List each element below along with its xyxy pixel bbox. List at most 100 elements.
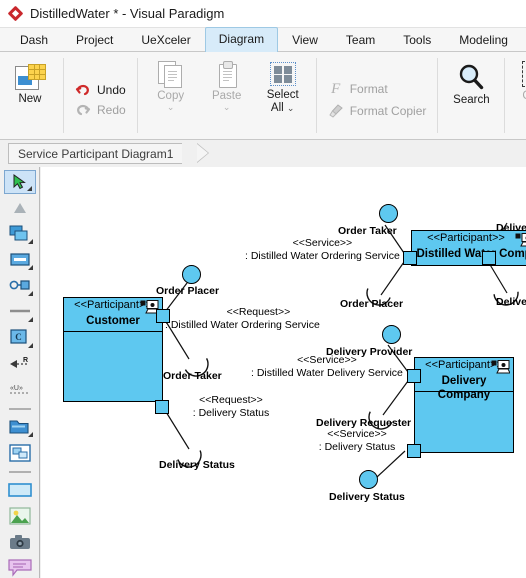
connector-label-request-ordering-line2: : Distilled Water Ordering Service bbox=[165, 318, 320, 331]
ribbon-toolbar: New Undo Redo Copy ⌄ Paste ⌄ Select All … bbox=[0, 52, 526, 140]
format-copier-label: Format Copier bbox=[349, 103, 427, 118]
port-customer-bottom[interactable] bbox=[155, 400, 169, 414]
interface-label-order-taker: Order Taker bbox=[338, 225, 397, 237]
interface-ball-order-taker[interactable] bbox=[379, 204, 398, 223]
connector-label-service-ordering-line1: <<Service>> bbox=[292, 237, 353, 249]
palette-item-note-tool[interactable] bbox=[4, 556, 36, 578]
undo-arrow-icon bbox=[75, 84, 89, 95]
interface-ball-delivery-provider[interactable] bbox=[382, 325, 401, 344]
palette-item-participant-tool[interactable] bbox=[4, 222, 36, 246]
palette-divider bbox=[8, 471, 31, 473]
tab-uexceler[interactable]: UeXceler bbox=[127, 28, 204, 52]
participant-dwc-name: Distilled Water Company bbox=[416, 248, 526, 260]
palette-item-realization-tool[interactable]: R bbox=[4, 352, 36, 376]
tab-tools[interactable]: Tools bbox=[389, 28, 445, 52]
port-delivery-company-top[interactable] bbox=[407, 369, 421, 383]
format-copier-button[interactable]: Format Copier bbox=[322, 100, 433, 122]
select-all-chevron-down-icon[interactable]: ⌄ bbox=[287, 103, 295, 113]
tab-window[interactable]: W bbox=[522, 28, 526, 52]
select-all-label-line1: Select bbox=[266, 89, 299, 101]
connector-label-request-delivery-status-line1: <<Request>> bbox=[199, 394, 263, 406]
svg-text:R: R bbox=[23, 357, 28, 364]
ribbon-separator bbox=[63, 58, 64, 133]
palette-divider bbox=[8, 408, 31, 410]
triangle-up-icon bbox=[13, 203, 26, 213]
palette-item-package-tool[interactable] bbox=[4, 415, 36, 439]
palette-item-class-tool[interactable]: C bbox=[4, 326, 36, 350]
paste-chevron-down-icon[interactable]: ⌄ bbox=[223, 102, 231, 112]
interface-label-delivery-right-top: Delivery bbox=[496, 222, 526, 234]
select-all-grid-icon bbox=[269, 62, 296, 86]
palette-item-pointer-select-tool[interactable] bbox=[3, 170, 36, 194]
interface-ball-order-placer[interactable] bbox=[182, 265, 201, 284]
tab-project[interactable]: Project bbox=[62, 28, 127, 52]
format-button[interactable]: F Format bbox=[322, 78, 433, 100]
tab-view[interactable]: View bbox=[278, 28, 332, 52]
palette-corner-icon bbox=[26, 186, 32, 191]
diagram-tab[interactable]: Service Participant Diagram1 bbox=[8, 143, 183, 164]
window-title: DistilledWater * - Visual Paradigm bbox=[30, 6, 225, 21]
palette-item-sweeper-tool[interactable] bbox=[4, 196, 36, 220]
redo-button[interactable]: Redo bbox=[69, 100, 132, 120]
new-diagram-icon bbox=[15, 64, 46, 90]
select-all-button[interactable]: Select All ⌄ bbox=[255, 52, 311, 139]
participant-marker-icon bbox=[491, 360, 510, 374]
palette-item-connector-tool[interactable] bbox=[4, 300, 36, 324]
port-delivery-company-bottom[interactable] bbox=[407, 444, 421, 458]
menu-tab-bar: Dash Project UeXceler Diagram View Team … bbox=[0, 27, 526, 53]
participant-customer-name: Customer bbox=[86, 315, 140, 327]
participant-delivery-company-name: Delivery Company bbox=[437, 375, 491, 401]
group-label: Group bbox=[522, 90, 526, 103]
palette-corner-icon bbox=[27, 291, 33, 296]
search-label: Search bbox=[453, 94, 490, 106]
tab-modeling[interactable]: Modeling bbox=[445, 28, 522, 52]
tab-team[interactable]: Team bbox=[332, 28, 389, 52]
select-all-label-line2: All ⌄ bbox=[271, 102, 295, 115]
participant-distilled-water-company[interactable]: <<Participant>> Distilled Water Company bbox=[411, 230, 526, 266]
participant-customer[interactable]: <<Participant>> Customer bbox=[63, 297, 163, 402]
image-picture-icon bbox=[8, 507, 31, 525]
copy-chevron-down-icon[interactable]: ⌄ bbox=[167, 102, 175, 112]
undo-label: Undo bbox=[97, 82, 126, 97]
interface-ball-delivery-status[interactable] bbox=[359, 470, 378, 489]
connector-label-request-delivery-status-line2: : Delivery Status bbox=[192, 406, 270, 419]
palette-item-image-tool[interactable] bbox=[4, 504, 36, 528]
paste-button[interactable]: Paste ⌄ bbox=[199, 52, 255, 139]
ribbon-group-search: Search bbox=[441, 52, 501, 139]
palette-corner-icon bbox=[27, 432, 33, 437]
palette-corner-icon bbox=[27, 317, 33, 322]
connector-label-service-ordering: <<Service>> : Distilled Water Ordering S… bbox=[245, 237, 400, 262]
interface-label-order-taker-socket: Order Taker bbox=[163, 370, 222, 382]
copy-button[interactable]: Copy ⌄ bbox=[143, 52, 199, 139]
participant-delivery-company[interactable]: <<Participant>> Delivery Company bbox=[414, 357, 514, 453]
group-shapes-icon bbox=[522, 61, 526, 87]
connector-label-service-delivery-line1: <<Service>> bbox=[297, 354, 357, 366]
magnifier-search-icon bbox=[460, 64, 484, 90]
palette-item-screenshot-tool[interactable] bbox=[4, 530, 36, 554]
palette-item-interface-tool[interactable] bbox=[4, 274, 36, 298]
group-button[interactable]: Group bbox=[510, 52, 526, 139]
title-bar: DistilledWater * - Visual Paradigm bbox=[0, 0, 526, 28]
format-label: Format bbox=[349, 81, 388, 96]
connector-label-service-delivery-status: <<Service>> : Delivery Status bbox=[307, 428, 407, 453]
ribbon-group-grouping: Group Ungroup ⌄ bbox=[508, 52, 526, 139]
port-dwc-left[interactable] bbox=[403, 251, 417, 265]
undo-button[interactable]: Undo bbox=[69, 80, 132, 100]
palette-item-rectangle-tool[interactable] bbox=[4, 478, 36, 502]
camera-icon bbox=[9, 535, 30, 549]
note-callout-icon bbox=[7, 559, 32, 577]
palette-item-container-tool[interactable] bbox=[4, 441, 36, 465]
port-dwc-right[interactable] bbox=[482, 251, 496, 265]
svg-text:C: C bbox=[15, 332, 22, 342]
search-button[interactable]: Search bbox=[443, 52, 499, 139]
diagram-canvas[interactable]: <<Participant>> Customer <<Participant>> bbox=[41, 167, 526, 578]
copy-documents-icon bbox=[157, 61, 184, 88]
ribbon-group-new: New bbox=[0, 52, 60, 139]
usage-stereotype-icon: «U» bbox=[9, 385, 28, 394]
new-button[interactable]: New bbox=[2, 52, 58, 139]
tab-dash[interactable]: Dash bbox=[6, 28, 62, 52]
tab-diagram[interactable]: Diagram bbox=[204, 27, 279, 53]
palette-item-usage-tool[interactable]: «U» bbox=[4, 378, 36, 402]
palette-item-port-tool[interactable] bbox=[4, 248, 36, 272]
diagram-tab-strip: Service Participant Diagram1 bbox=[0, 140, 526, 167]
